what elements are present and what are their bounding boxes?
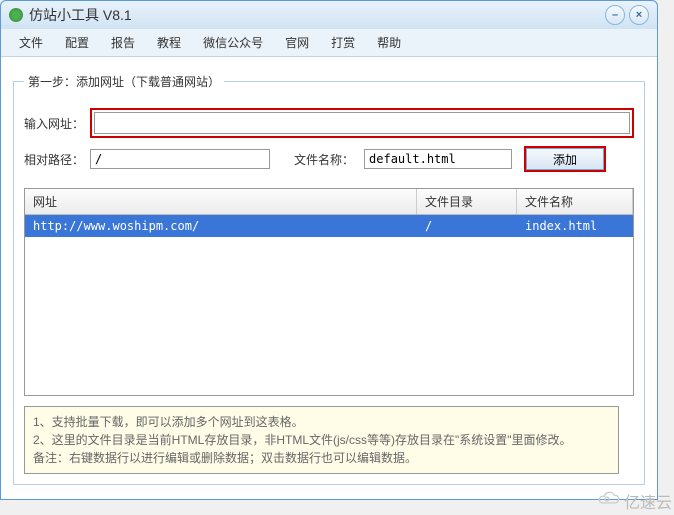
url-table: 网址 文件目录 文件名称 http://www.woshipm.com/ / i… bbox=[24, 188, 634, 396]
menu-help[interactable]: 帮助 bbox=[369, 31, 409, 54]
filename-input[interactable] bbox=[364, 149, 512, 169]
window-title: 仿站小工具 V8.1 bbox=[29, 5, 605, 25]
app-window: 仿站小工具 V8.1 – × 文件 配置 报告 教程 微信公众号 官网 打赏 帮… bbox=[0, 0, 658, 500]
table-row[interactable]: http://www.woshipm.com/ / index.html bbox=[25, 215, 633, 237]
notes-box: 1、支持批量下载，即可以添加多个网址到这表格。 2、这里的文件目录是当前HTML… bbox=[24, 406, 619, 474]
col-dir: 文件目录 bbox=[417, 189, 517, 214]
step-legend: 第一步：添加网址（下载普通网站） bbox=[24, 73, 224, 90]
step-fieldset: 第一步：添加网址（下载普通网站） 输入网址： 相对路径： 文件名称： 添加 网址 bbox=[13, 73, 645, 485]
filename-label: 文件名称： bbox=[294, 151, 354, 168]
watermark: 亿速云 bbox=[594, 489, 672, 513]
note-line2: 2、这里的文件目录是当前HTML存放目录，非HTML文件(js/css等等)存放… bbox=[33, 431, 610, 449]
note-line3: 备注：右键数据行以进行编辑或删除数据；双击数据行也可以编辑数据。 bbox=[33, 449, 610, 467]
col-url: 网址 bbox=[25, 189, 417, 214]
cloud-icon bbox=[594, 490, 620, 513]
url-label: 输入网址： bbox=[24, 115, 84, 132]
close-button[interactable]: × bbox=[629, 5, 649, 25]
url-row: 输入网址： bbox=[24, 108, 634, 138]
menu-reward[interactable]: 打赏 bbox=[323, 31, 363, 54]
col-file: 文件名称 bbox=[517, 189, 633, 214]
menu-file[interactable]: 文件 bbox=[11, 31, 51, 54]
content-area: 第一步：添加网址（下载普通网站） 输入网址： 相对路径： 文件名称： 添加 网址 bbox=[1, 57, 657, 495]
titlebar: 仿站小工具 V8.1 – × bbox=[1, 1, 657, 29]
menu-site[interactable]: 官网 bbox=[277, 31, 317, 54]
path-row: 相对路径： 文件名称： 添加 bbox=[24, 146, 634, 172]
cell-file: index.html bbox=[517, 215, 633, 237]
menu-tutorial[interactable]: 教程 bbox=[149, 31, 189, 54]
menu-config[interactable]: 配置 bbox=[57, 31, 97, 54]
menubar: 文件 配置 报告 教程 微信公众号 官网 打赏 帮助 bbox=[1, 29, 657, 57]
menu-report[interactable]: 报告 bbox=[103, 31, 143, 54]
app-icon bbox=[9, 8, 23, 22]
relpath-label: 相对路径： bbox=[24, 151, 84, 168]
minimize-button[interactable]: – bbox=[605, 5, 625, 25]
note-line1: 1、支持批量下载，即可以添加多个网址到这表格。 bbox=[33, 413, 610, 431]
url-input[interactable] bbox=[94, 112, 630, 134]
add-highlight: 添加 bbox=[524, 146, 606, 172]
menu-wechat[interactable]: 微信公众号 bbox=[195, 31, 271, 54]
table-header: 网址 文件目录 文件名称 bbox=[25, 189, 633, 215]
relpath-input[interactable] bbox=[90, 149, 270, 169]
window-controls: – × bbox=[605, 5, 649, 25]
add-button[interactable]: 添加 bbox=[526, 148, 604, 170]
watermark-text: 亿速云 bbox=[624, 489, 672, 513]
url-highlight bbox=[90, 108, 634, 138]
cell-dir: / bbox=[417, 215, 517, 237]
cell-url: http://www.woshipm.com/ bbox=[25, 215, 417, 237]
